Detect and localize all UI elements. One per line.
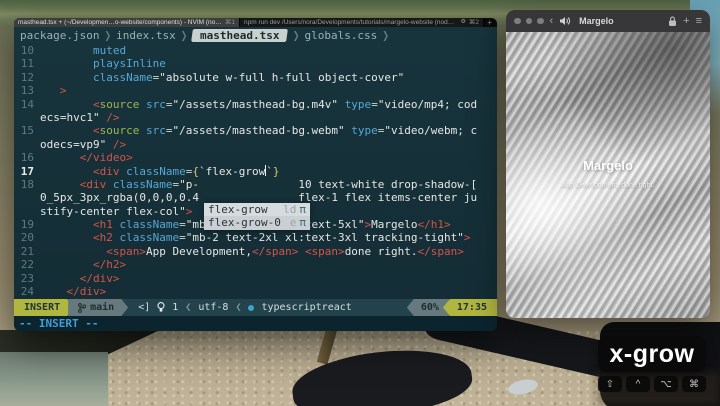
completion-item[interactable]: flex-grow-0eπ bbox=[204, 216, 310, 229]
zoom-window-button[interactable] bbox=[537, 18, 544, 25]
code-line: 10 muted bbox=[14, 44, 497, 57]
mode-indicator: INSERT bbox=[14, 299, 74, 316]
git-branch-name: main bbox=[90, 302, 114, 313]
code-line: odecs=vp9" /> bbox=[14, 138, 497, 151]
tab-shortcut-label: ⌘2 bbox=[469, 18, 479, 27]
hero-subheading: App Development, done right. bbox=[506, 182, 710, 189]
filetype-label: typescriptreact bbox=[261, 302, 351, 313]
preview-title-bar[interactable]: ‹ Margelo + ≡ bbox=[506, 10, 710, 32]
code-line: 16 </video> bbox=[14, 151, 497, 164]
tab-shortcut-label: ⌘1 bbox=[225, 18, 235, 27]
nvim-statusline: INSERT main <] 1 ❮ utf-8 ❮ typescriptrea… bbox=[14, 299, 497, 316]
code-line: 22 </h2> bbox=[14, 258, 497, 271]
git-branch-segment: main bbox=[68, 299, 128, 316]
code-line: 13 > bbox=[14, 84, 497, 97]
breadcrumb-separator-icon: ❯ bbox=[181, 27, 188, 43]
buffer-item-masthead.tsx[interactable]: masthead.tsx bbox=[191, 29, 288, 42]
code-line: 18 <div className="p- 10 text-white drop… bbox=[14, 178, 497, 191]
code-line: 24 </div> bbox=[14, 285, 497, 298]
code-line: 15 <source src="/assets/masthead-bg.webm… bbox=[14, 124, 497, 137]
completion-item[interactable]: flex-growldπ bbox=[204, 203, 310, 216]
new-tab-icon[interactable]: + bbox=[683, 16, 689, 27]
audio-icon[interactable] bbox=[559, 16, 571, 26]
new-tab-button[interactable]: + bbox=[484, 18, 497, 27]
terminal-tab-2[interactable]: npm run dev /Users/nora/Developments/tut… bbox=[240, 18, 484, 27]
cursor-location: 17:35 bbox=[443, 299, 497, 316]
lock-icon[interactable] bbox=[668, 16, 677, 27]
activity-spinner-icon: ⚙ bbox=[460, 18, 465, 27]
git-branch-icon bbox=[78, 303, 86, 313]
nvim-buffer-bar: package.json❯index.tsx❯masthead.tsx❯glob… bbox=[14, 27, 497, 44]
filetype-icon bbox=[248, 305, 254, 311]
preview-viewport[interactable]: Margelo App Development, done right. bbox=[506, 32, 710, 318]
buffer-item-index.tsx[interactable]: index.tsx bbox=[116, 29, 176, 42]
code-line: 12 className="absolute w-full h-full obj… bbox=[14, 71, 497, 84]
terminal-tab-title: npm run dev /Users/nora/Developments/tut… bbox=[244, 18, 457, 27]
keystroke-text: x-grow bbox=[598, 336, 706, 372]
diff-indicator: <] bbox=[138, 302, 150, 313]
modifier-key-icon: ^ bbox=[626, 376, 650, 392]
code-line: 21 <span>App Development,</span> <span>d… bbox=[14, 245, 497, 258]
hero-heading: Margelo bbox=[506, 158, 710, 173]
vim-command-line[interactable]: -- INSERT -- bbox=[14, 316, 497, 331]
traffic-lights[interactable] bbox=[514, 18, 544, 25]
menu-icon[interactable]: ≡ bbox=[696, 16, 702, 27]
terminal-tab-1[interactable]: masthead.tsx + (~/Developmen…o-website/c… bbox=[14, 18, 240, 27]
file-progress: 60% bbox=[407, 299, 449, 316]
hint-count: 1 bbox=[172, 302, 178, 313]
breadcrumb-separator-icon: ❯ bbox=[382, 27, 389, 43]
breadcrumb-separator-icon: ❯ bbox=[293, 27, 300, 43]
breadcrumb-separator-icon: ❯ bbox=[104, 27, 111, 43]
code-line: 23 </div> bbox=[14, 272, 497, 285]
modifier-key-icon: ⌥ bbox=[654, 376, 678, 392]
preview-page-title: Margelo bbox=[579, 16, 614, 26]
back-chevron-icon[interactable]: ‹ bbox=[550, 16, 554, 27]
code-line: 17 <div className={`flex-grow`} bbox=[14, 165, 497, 178]
modifier-key-icon: ⇧ bbox=[598, 376, 622, 392]
separator-icon: ❮ bbox=[185, 302, 191, 313]
desktop-wallpaper-shore bbox=[0, 352, 108, 406]
masthead-hero: Margelo App Development, done right. bbox=[506, 158, 710, 189]
keystroke-overlay: x-grow ⇧^⌥⌘ bbox=[598, 336, 706, 392]
encoding-label: utf-8 bbox=[198, 302, 228, 313]
close-window-button[interactable] bbox=[514, 18, 521, 25]
terminal-tab-title: masthead.tsx + (~/Developmen…o-website/c… bbox=[18, 18, 222, 27]
terminal-window: masthead.tsx + (~/Developmen…o-website/c… bbox=[14, 18, 497, 331]
terminal-tab-bar: masthead.tsx + (~/Developmen…o-website/c… bbox=[14, 18, 497, 27]
autocomplete-popup[interactable]: flex-growldπflex-grow-0eπ bbox=[204, 203, 310, 230]
code-line: ecs=hvc1" /> bbox=[14, 111, 497, 124]
code-line: 11 playsInline bbox=[14, 57, 497, 70]
code-line: 20 <h2 className="mb-2 text-2xl xl:text-… bbox=[14, 231, 497, 244]
minimize-window-button[interactable] bbox=[526, 18, 533, 25]
buffer-item-package.json[interactable]: package.json bbox=[20, 29, 99, 42]
lightbulb-icon bbox=[157, 302, 165, 313]
modifier-key-icon: ⌘ bbox=[682, 376, 706, 392]
preview-window: ‹ Margelo + ≡ Margelo App Development, d… bbox=[506, 10, 710, 318]
code-line: 14 <source src="/assets/masthead-bg.m4v"… bbox=[14, 98, 497, 111]
nvim-code-area[interactable]: 10 muted11 playsInline12 className="abso… bbox=[14, 44, 497, 299]
buffer-item-globals.css[interactable]: globals.css bbox=[304, 29, 377, 42]
separator-icon: ❮ bbox=[235, 302, 241, 313]
